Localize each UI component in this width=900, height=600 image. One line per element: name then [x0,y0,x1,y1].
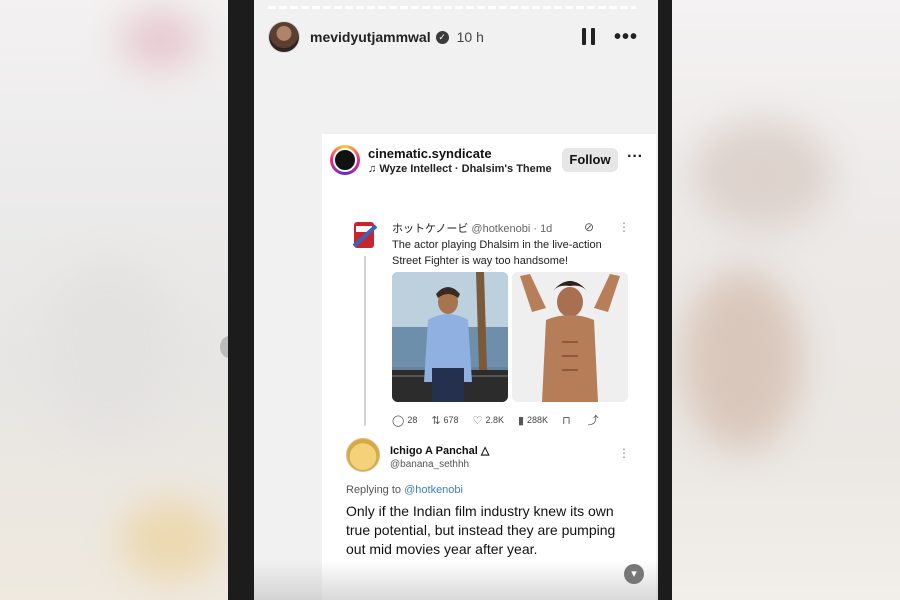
bookmark-icon: ⊓ [562,414,571,427]
thread-line [364,256,366,426]
blurred-backdrop-right [672,0,900,600]
post-audio[interactable]: ♫ Wyze Intellect · Dhalsim's Theme [368,163,552,175]
replying-label: Replying to [346,484,402,496]
view-count[interactable]: ▮ 288K [518,414,548,427]
pause-icon[interactable] [582,28,596,45]
share-icon: ⤴ [587,415,599,427]
tweet-author: ホットケノービ @hotkenobi · 1d [392,220,552,236]
post-account-name[interactable]: cinematic.syndicate [368,146,552,161]
reply-icon: ◯ [392,414,405,427]
replying-to: Replying to @hotkenobi [346,484,463,496]
retweet-count[interactable]: ⇅ 678 [431,414,458,427]
tweet-photo-1 [392,272,508,402]
share-button[interactable]: ⤴ [588,412,602,428]
story-viewer: cinematic.syndicate ♫ Wyze Intellect · D… [228,0,672,600]
reply-author-handle: @banana_sethhh [390,459,470,470]
post-more-icon[interactable]: ··· [627,148,643,166]
tweet-photo-2 [512,272,628,402]
reply-author-name: Ichigo A Panchal △ [390,445,490,457]
heart-icon: ♡ [472,414,483,427]
verified-badge-icon: ✓ [435,30,449,44]
views-icon: ▮ [517,414,525,427]
story-time-ago: 10 h [456,29,484,45]
retweet-icon: ⇅ [431,414,441,427]
tweet-text: The actor playing Dhalsim in the live-ac… [392,239,602,267]
post-audio-label: Wyze Intellect · Dhalsim's Theme [379,162,552,175]
bottom-fade [254,560,658,600]
reply-text: Only if the Indian film industry knew it… [346,503,616,557]
reply-count[interactable]: ◯ 28 [392,414,417,427]
tweet-author-name: ホットケノービ [392,223,469,235]
story-author-avatar[interactable] [268,21,300,53]
grok-icon[interactable]: ⊘ [584,220,594,234]
story-canvas: cinematic.syndicate ♫ Wyze Intellect · D… [254,0,658,600]
tweet-stats: ◯ 28 ⇅ 678 ♡ 2.8K ▮ 288K ⊓ ⤴ [392,412,632,428]
tweet-avatar [352,222,378,248]
post-header: cinematic.syndicate ♫ Wyze Intellect · D… [322,134,656,186]
story-header: mevidyutjammwal ✓ 10 h ••• [268,20,648,54]
replying-handle-link[interactable]: @hotkenobi [404,484,463,496]
bookmark-button[interactable]: ⊓ [562,414,574,427]
reply-menu-icon[interactable]: ⋮ [618,446,630,460]
reply-avatar [346,438,380,472]
story-more-icon[interactable]: ••• [614,26,638,49]
scroll-down-icon[interactable]: ▾ [624,564,644,584]
like-count[interactable]: ♡ 2.8K [473,414,504,427]
story-username[interactable]: mevidyutjammwal [310,29,431,45]
blurred-backdrop-left [0,0,228,600]
embedded-post-card: cinematic.syndicate ♫ Wyze Intellect · D… [322,134,656,600]
follow-button[interactable]: Follow [562,148,618,172]
story-progress-bar [268,6,636,9]
triangle-badge-icon: △ [480,445,490,457]
tweet-menu-icon[interactable]: ⋮ [618,220,630,234]
tweet-age: · 1d [533,223,553,235]
tweet-author-handle: @hotkenobi [471,223,531,235]
account-avatar[interactable] [330,145,360,175]
music-note-icon: ♫ [368,162,380,175]
